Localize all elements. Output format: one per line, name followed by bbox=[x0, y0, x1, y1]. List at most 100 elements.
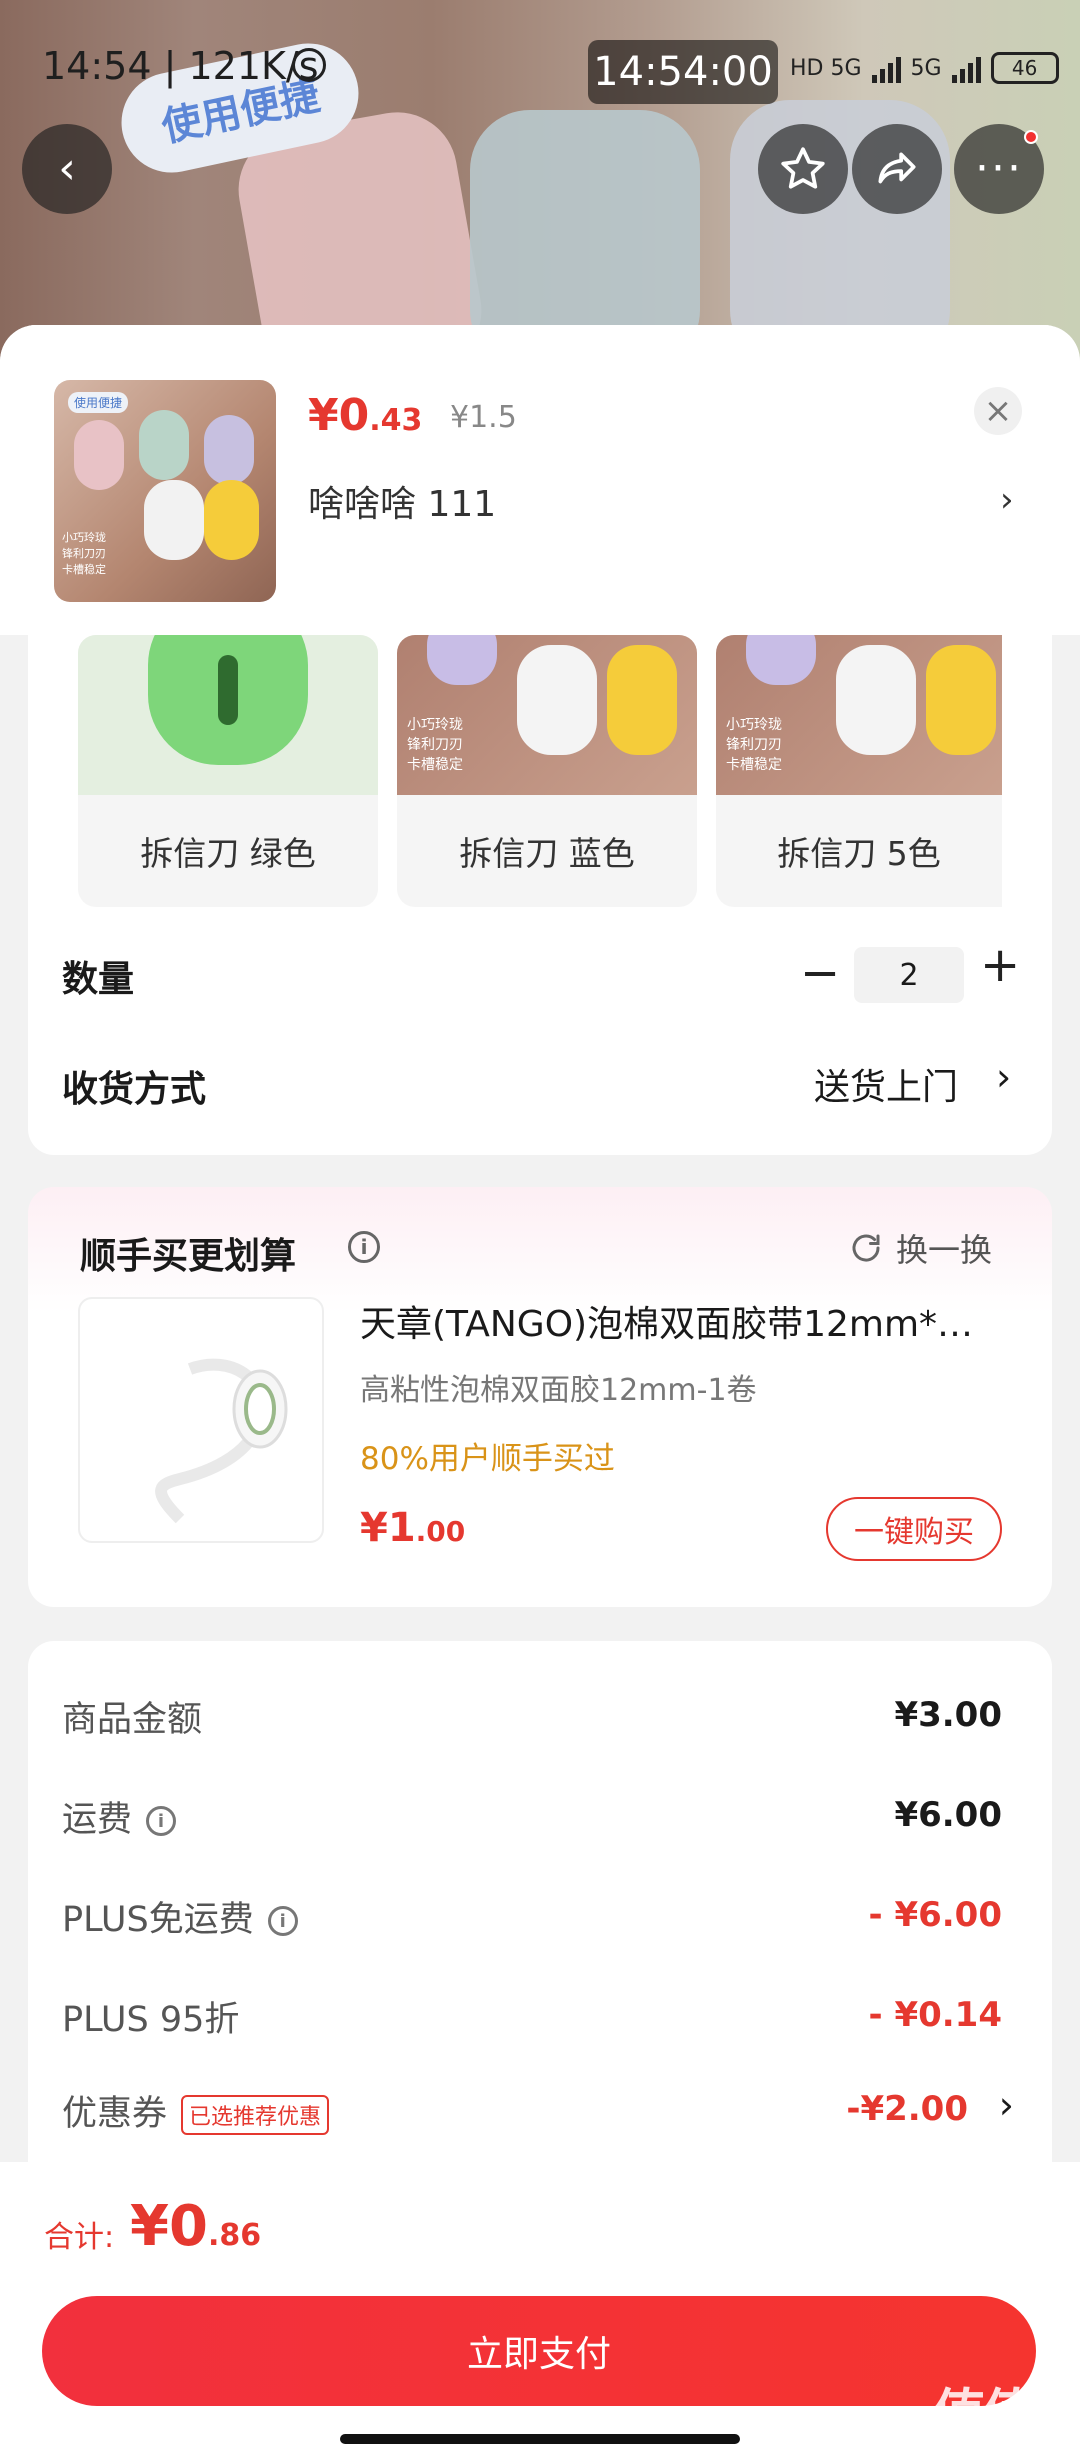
thumb-check-item: 小巧玲珑 bbox=[62, 531, 106, 544]
bundle-item-bought-rate: 80%用户顺手买过 bbox=[360, 1441, 615, 1477]
swap-button[interactable]: 换一换 bbox=[848, 1225, 992, 1271]
option-card-blue[interactable]: 小巧玲珑 锋利刀刃 卡槽稳定 拆信刀 蓝色 bbox=[397, 635, 697, 907]
bundle-price-int: ¥1 bbox=[360, 1505, 416, 1551]
bundle-item-title[interactable]: 天章(TANGO)泡棉双面胶带12mm*… bbox=[360, 1295, 1020, 1347]
summary-label-shipping: 运费 i bbox=[62, 1791, 177, 1842]
product-thumbnail[interactable]: 使用便捷 小巧玲珑 锋利刀刃 卡槽稳定 bbox=[54, 380, 276, 602]
delivery-value[interactable]: 送货上门 bbox=[814, 1058, 958, 1110]
thumb-knife-purple bbox=[204, 415, 254, 485]
info-icon[interactable]: i bbox=[348, 1231, 380, 1263]
option-card-5color[interactable]: 小巧玲珑 锋利刀刃 卡槽稳定 拆信刀 5色 bbox=[716, 635, 1002, 907]
thumb-checklist: 小巧玲珑 锋利刀刃 卡槽稳定 bbox=[62, 530, 106, 578]
battery-level: 46 bbox=[1011, 56, 1038, 80]
chevron-right-icon[interactable]: › bbox=[999, 2083, 1014, 2127]
product-price: ¥0.43 bbox=[308, 390, 422, 441]
option-image: 小巧玲珑 锋利刀刃 卡槽稳定 bbox=[397, 635, 697, 795]
thumb-knife-pink bbox=[74, 420, 124, 490]
close-icon: × bbox=[983, 391, 1013, 431]
summary-label-goods: 商品金额 bbox=[62, 1691, 202, 1742]
quantity-label: 数量 bbox=[62, 959, 135, 1000]
refresh-icon bbox=[852, 1234, 880, 1262]
option-label: 拆信刀 绿色 bbox=[140, 834, 316, 873]
battery-icon: 46 bbox=[990, 52, 1059, 84]
floating-clock: 14:54:00 bbox=[588, 40, 778, 104]
status-icons: HD 5G 5G 46 bbox=[790, 52, 1059, 84]
back-button[interactable]: ‹ bbox=[22, 124, 112, 214]
chevron-right-icon[interactable]: › bbox=[996, 1055, 1011, 1099]
option-checklist: 小巧玲珑 锋利刀刃 卡槽稳定 bbox=[407, 715, 463, 775]
option-image: 小巧玲珑 锋利刀刃 卡槽稳定 bbox=[716, 635, 1002, 795]
bundle-card: 顺手买更划算 i 换一换 天章(TANGO)泡棉双面胶带12mm*… 高粘性泡棉… bbox=[28, 1187, 1052, 1607]
info-icon[interactable]: i bbox=[146, 1806, 177, 1836]
coupon-tag: 已选推荐优惠 bbox=[181, 2095, 330, 2135]
summary-label-text: 运费 bbox=[62, 1800, 133, 1840]
bundle-title: 顺手买更划算 bbox=[80, 1236, 297, 1277]
total-label: 合计: bbox=[44, 2220, 115, 2255]
summary-value-plus-freeship: - ¥6.00 bbox=[868, 1895, 1003, 1935]
option-check-item: 锋利刀刃 bbox=[726, 737, 782, 753]
summary-label-plus-freeship: PLUS免运费 i bbox=[62, 1891, 298, 1942]
one-click-buy-button[interactable]: 一键购买 bbox=[826, 1497, 1002, 1561]
quantity-plus-button[interactable]: + bbox=[980, 937, 1020, 993]
bundle-item-image[interactable] bbox=[78, 1297, 324, 1543]
quantity-input[interactable]: 2 bbox=[854, 947, 964, 1003]
home-indicator[interactable] bbox=[340, 2434, 740, 2444]
checkout-footer: 合计: ¥0.86 立即支付 bbox=[0, 2162, 1080, 2460]
status-time: 14:54 | 121K/s bbox=[42, 44, 319, 88]
summary-label-text: 商品金额 bbox=[62, 1700, 203, 1740]
more-dots-icon: ··· bbox=[975, 143, 1023, 194]
option-label: 拆信刀 蓝色 bbox=[459, 834, 635, 873]
thumb-tag: 使用便捷 bbox=[68, 392, 129, 413]
summary-value-goods: ¥3.00 bbox=[894, 1695, 1002, 1735]
thumb-knife-green bbox=[139, 410, 189, 480]
swap-label: 换一换 bbox=[896, 1231, 993, 1269]
summary-label-coupon[interactable]: 优惠券 已选推荐优惠 bbox=[62, 2085, 330, 2136]
thumb-knife-white bbox=[144, 480, 204, 560]
alarm-icon bbox=[292, 48, 326, 82]
summary-value-shipping: ¥6.00 bbox=[894, 1795, 1002, 1835]
option-checklist: 小巧玲珑 锋利刀刃 卡槽稳定 bbox=[726, 715, 782, 775]
option-image bbox=[78, 635, 378, 795]
status-bar: 14:54 | 121K/s 14:54:00 HD 5G 5G 46 bbox=[0, 0, 1080, 140]
sku-sheet: 使用便捷 小巧玲珑 锋利刀刃 卡槽稳定 ¥0.43 ¥1.5 × 啥啥啥 111… bbox=[0, 325, 1080, 2460]
summary-value-coupon[interactable]: -¥2.00 bbox=[846, 2089, 968, 2129]
share-button[interactable] bbox=[852, 124, 942, 214]
bundle-item-subtitle: 高粘性泡棉双面胶12mm-1卷 bbox=[360, 1373, 757, 1408]
bundle-item-price: ¥1.00 bbox=[360, 1505, 465, 1551]
option-card-green[interactable]: 拆信刀 绿色 bbox=[78, 635, 378, 907]
total-dec: .86 bbox=[207, 2218, 262, 2253]
option-check-item: 卡槽稳定 bbox=[726, 757, 782, 773]
option-check-item: 小巧玲珑 bbox=[726, 717, 782, 733]
original-price: ¥1.5 bbox=[450, 400, 517, 435]
notification-dot bbox=[1024, 130, 1038, 144]
close-button[interactable]: × bbox=[974, 387, 1022, 435]
chevron-right-icon[interactable]: › bbox=[1000, 480, 1014, 520]
summary-label-plus-discount: PLUS 95折 bbox=[62, 1991, 239, 2042]
quantity-minus-button[interactable]: − bbox=[800, 945, 840, 1001]
price-int: ¥0 bbox=[308, 390, 370, 441]
option-label: 拆信刀 5色 bbox=[777, 834, 941, 873]
price-dec: .43 bbox=[369, 403, 423, 438]
favorite-button[interactable] bbox=[758, 124, 848, 214]
more-button[interactable]: ··· bbox=[954, 124, 1044, 214]
summary-label-text: PLUS免运费 bbox=[62, 1900, 254, 1940]
summary-value-plus-discount: - ¥0.14 bbox=[868, 1995, 1003, 2035]
network-label-b: 5G bbox=[910, 55, 942, 81]
pay-now-button[interactable]: 立即支付 bbox=[42, 2296, 1036, 2406]
tape-image bbox=[155, 1358, 288, 1524]
signal-icon bbox=[871, 53, 901, 83]
thumb-check-item: 卡槽稳定 bbox=[62, 563, 106, 576]
thumb-knife-yellow bbox=[204, 480, 259, 560]
price-summary: 商品金额 ¥3.00 运费 i ¥6.00 PLUS免运费 i - ¥6.00 PL… bbox=[28, 1641, 1052, 2201]
thumb-check-item: 锋利刀刃 bbox=[62, 547, 106, 560]
selected-spec[interactable]: 啥啥啥 111 bbox=[308, 475, 496, 527]
signal-icon-2 bbox=[951, 53, 981, 83]
bundle-price-dec: .00 bbox=[415, 1515, 466, 1548]
info-icon[interactable]: i bbox=[267, 1906, 298, 1936]
summary-label-text: PLUS 95折 bbox=[62, 2000, 240, 2040]
network-label-a: HD 5G bbox=[790, 55, 862, 81]
summary-label-text: 优惠券 bbox=[62, 2094, 168, 2134]
chevron-left-icon: ‹ bbox=[58, 143, 76, 194]
option-check-item: 锋利刀刃 bbox=[407, 737, 463, 753]
delivery-label: 收货方式 bbox=[62, 1069, 207, 1110]
